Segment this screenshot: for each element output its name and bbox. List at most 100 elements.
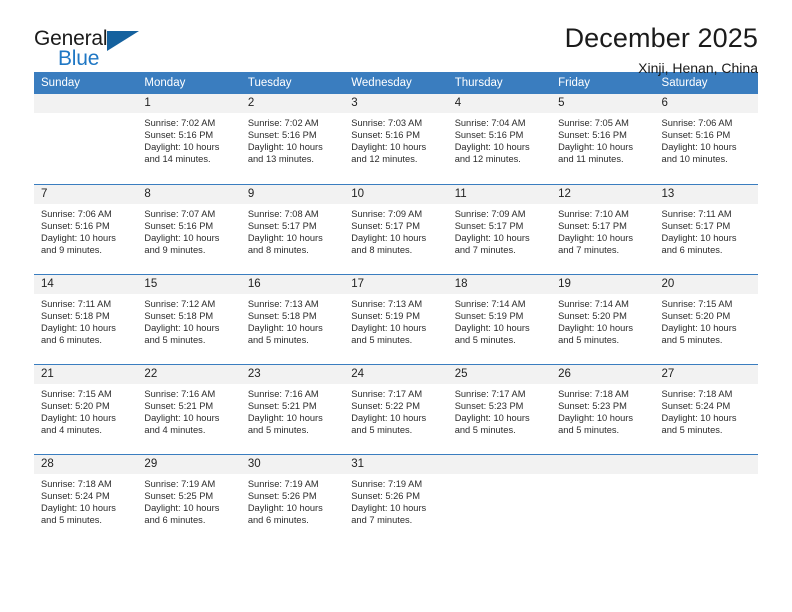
day-cell[interactable]: 27 Sunrise: 7:18 AM Sunset: 5:24 PM Dayligh… [654, 363, 758, 454]
day-details: Sunrise: 7:02 AM Sunset: 5:16 PM Daylight:… [137, 113, 240, 165]
daylight-text-line1: Daylight: 10 hours [558, 322, 634, 333]
day-cell[interactable]: 23 Sunrise: 7:16 AM Sunset: 5:21 PM Dayligh… [240, 363, 345, 454]
daylight-text-line1: Daylight: 10 hours [247, 502, 323, 513]
sunrise-text: Sunrise: 7:11 AM [661, 208, 732, 219]
day-number: 30 [240, 454, 345, 474]
sunrise-text: Sunrise: 7:06 AM [41, 208, 112, 219]
day-cell[interactable] [34, 94, 138, 184]
sunrise-text: Sunrise: 7:11 AM [41, 298, 112, 309]
daylight-text-line1: Daylight: 10 hours [247, 232, 323, 243]
day-cell[interactable]: 11 Sunrise: 7:09 AM Sunset: 5:17 PM Dayligh… [447, 183, 552, 274]
day-number: 27 [654, 364, 758, 384]
day-cell[interactable]: 25 Sunrise: 7:17 AM Sunset: 5:23 PM Dayligh… [447, 363, 552, 454]
day-number: 23 [240, 364, 345, 384]
daylight-text-line1: Daylight: 10 hours [144, 502, 220, 513]
week-row: 28 Sunrise: 7:18 AM Sunset: 5:24 PM Dayligh… [34, 453, 758, 544]
day-cell[interactable]: 26 Sunrise: 7:18 AM Sunset: 5:23 PM Dayligh… [551, 363, 655, 454]
day-cell[interactable]: 8 Sunrise: 7:07 AM Sunset: 5:16 PM Daylight… [137, 183, 241, 274]
daylight-text-line1: Daylight: 10 hours [41, 412, 116, 423]
day-details: Sunrise: 7:14 AM Sunset: 5:19 PM Daylight:… [448, 294, 551, 346]
day-cell[interactable]: 18 Sunrise: 7:14 AM Sunset: 5:19 PM Dayligh… [447, 273, 552, 364]
sunrise-text: Sunrise: 7:05 AM [558, 118, 629, 128]
daylight-text-line2: and 7 minutes. [351, 514, 413, 525]
sunset-text: Sunset: 5:16 PM [454, 130, 524, 141]
day-cell[interactable]: 24 Sunrise: 7:17 AM Sunset: 5:22 PM Dayligh… [344, 363, 448, 454]
day-number: 5 [551, 94, 655, 113]
day-number: 18 [447, 274, 552, 294]
day-details: Sunrise: 7:11 AM Sunset: 5:18 PM Daylight:… [34, 294, 137, 346]
daylight-text-line2: and 5 minutes. [351, 334, 413, 345]
daylight-text-line1: Daylight: 10 hours [454, 142, 530, 153]
daylight-text-line1: Daylight: 10 hours [247, 412, 323, 423]
day-cell[interactable]: 28 Sunrise: 7:18 AM Sunset: 5:24 PM Dayligh… [34, 453, 138, 544]
sunset-text: Sunset: 5:16 PM [351, 130, 420, 141]
sunrise-text: Sunrise: 7:17 AM [454, 388, 526, 399]
daylight-text-line2: and 11 minutes. [558, 154, 624, 165]
sunrise-text: Sunrise: 7:18 AM [558, 388, 629, 399]
sunrise-text: Sunrise: 7:17 AM [351, 388, 423, 399]
sunrise-text: Sunrise: 7:02 AM [144, 118, 216, 128]
logo-text-blue: Blue [58, 47, 100, 70]
daylight-text-line1: Daylight: 10 hours [454, 412, 530, 423]
day-cell[interactable] [551, 453, 655, 544]
day-number: 13 [654, 184, 758, 204]
sunset-text: Sunset: 5:23 PM [558, 400, 627, 411]
day-cell[interactable]: 2 Sunrise: 7:02 AM Sunset: 5:16 PM Daylight… [240, 94, 345, 184]
sunrise-text: Sunrise: 7:06 AM [661, 118, 733, 128]
day-cell[interactable]: 6 Sunrise: 7:06 AM Sunset: 5:16 PM Daylight… [654, 94, 758, 184]
day-cell[interactable]: 13 Sunrise: 7:11 AM Sunset: 5:17 PM Dayligh… [654, 183, 758, 274]
day-cell[interactable]: 21 Sunrise: 7:15 AM Sunset: 5:20 PM Dayligh… [34, 363, 138, 454]
daylight-text-line1: Daylight: 10 hours [661, 142, 737, 153]
day-cell[interactable]: 12 Sunrise: 7:10 AM Sunset: 5:17 PM Dayligh… [551, 183, 655, 274]
day-number: 1 [137, 94, 241, 113]
day-cell[interactable]: 10 Sunrise: 7:09 AM Sunset: 5:17 PM Dayligh… [344, 183, 448, 274]
day-cell[interactable]: 9 Sunrise: 7:08 AM Sunset: 5:17 PM Daylight… [240, 183, 345, 274]
sunrise-text: Sunrise: 7:02 AM [247, 118, 319, 128]
day-cell[interactable]: 1 Sunrise: 7:02 AM Sunset: 5:16 PM Daylight… [137, 94, 241, 184]
day-details: Sunrise: 7:19 AM Sunset: 5:26 PM Daylight:… [344, 474, 447, 526]
day-cell[interactable]: 29 Sunrise: 7:19 AM Sunset: 5:25 PM Dayligh… [137, 453, 241, 544]
day-cell[interactable]: 20 Sunrise: 7:15 AM Sunset: 5:20 PM Dayligh… [654, 273, 758, 364]
sunset-text: Sunset: 5:18 PM [144, 310, 214, 321]
general-blue-logo[interactable]: General Blue [34, 28, 154, 76]
day-details: Sunrise: 7:09 AM Sunset: 5:17 PM Daylight:… [344, 204, 447, 256]
sunset-text: Sunset: 5:26 PM [247, 490, 317, 501]
daylight-text-line1: Daylight: 10 hours [351, 232, 427, 243]
day-cell[interactable]: 22 Sunrise: 7:16 AM Sunset: 5:21 PM Dayligh… [137, 363, 241, 454]
day-cell[interactable]: 15 Sunrise: 7:12 AM Sunset: 5:18 PM Dayligh… [137, 273, 241, 364]
day-cell[interactable]: 31 Sunrise: 7:19 AM Sunset: 5:26 PM Dayligh… [344, 453, 448, 544]
day-cell[interactable]: 30 Sunrise: 7:19 AM Sunset: 5:26 PM Dayligh… [240, 453, 345, 544]
day-cell[interactable]: 4 Sunrise: 7:04 AM Sunset: 5:16 PM Daylight… [447, 94, 552, 184]
day-cell[interactable]: 5 Sunrise: 7:05 AM Sunset: 5:16 PM Daylight… [551, 94, 655, 184]
day-cell[interactable] [654, 453, 758, 544]
day-number: 3 [344, 94, 448, 113]
day-number: 2 [240, 94, 345, 113]
daylight-text-line2: and 5 minutes. [247, 424, 309, 435]
sunset-text: Sunset: 5:22 PM [351, 400, 420, 411]
day-cell[interactable]: 14 Sunrise: 7:11 AM Sunset: 5:18 PM Dayligh… [34, 273, 138, 364]
day-details: Sunrise: 7:05 AM Sunset: 5:16 PM Daylight:… [551, 113, 654, 165]
daylight-text-line1: Daylight: 10 hours [558, 412, 634, 423]
day-number: 31 [344, 454, 448, 474]
day-cell[interactable]: 7 Sunrise: 7:06 AM Sunset: 5:16 PM Daylight… [34, 183, 138, 274]
day-cell[interactable]: 19 Sunrise: 7:14 AM Sunset: 5:20 PM Dayligh… [551, 273, 655, 364]
daylight-text-line2: and 8 minutes. [351, 244, 413, 255]
daylight-text-line2: and 9 minutes. [41, 244, 102, 255]
daylight-text-line2: and 5 minutes. [351, 424, 413, 435]
daylight-text-line1: Daylight: 10 hours [41, 502, 116, 513]
daylight-text-line1: Daylight: 10 hours [247, 142, 323, 153]
daylight-text-line2: and 5 minutes. [454, 334, 516, 345]
week-row: 21 Sunrise: 7:15 AM Sunset: 5:20 PM Dayligh… [34, 363, 758, 454]
day-cell[interactable] [447, 453, 552, 544]
day-cell[interactable]: 17 Sunrise: 7:13 AM Sunset: 5:19 PM Dayligh… [344, 273, 448, 364]
daylight-text-line1: Daylight: 10 hours [351, 142, 427, 153]
sunset-text: Sunset: 5:18 PM [41, 310, 110, 321]
day-cell[interactable]: 16 Sunrise: 7:13 AM Sunset: 5:18 PM Dayligh… [240, 273, 345, 364]
sunrise-text: Sunrise: 7:09 AM [351, 208, 423, 219]
sunrise-text: Sunrise: 7:07 AM [144, 208, 216, 219]
day-cell[interactable]: 3 Sunrise: 7:03 AM Sunset: 5:16 PM Daylight… [344, 94, 448, 184]
day-details: Sunrise: 7:06 AM Sunset: 5:16 PM Daylight:… [655, 113, 758, 165]
sunset-text: Sunset: 5:19 PM [454, 310, 524, 321]
daylight-text-line2: and 6 minutes. [144, 514, 206, 525]
daylight-text-line2: and 5 minutes. [144, 334, 206, 345]
